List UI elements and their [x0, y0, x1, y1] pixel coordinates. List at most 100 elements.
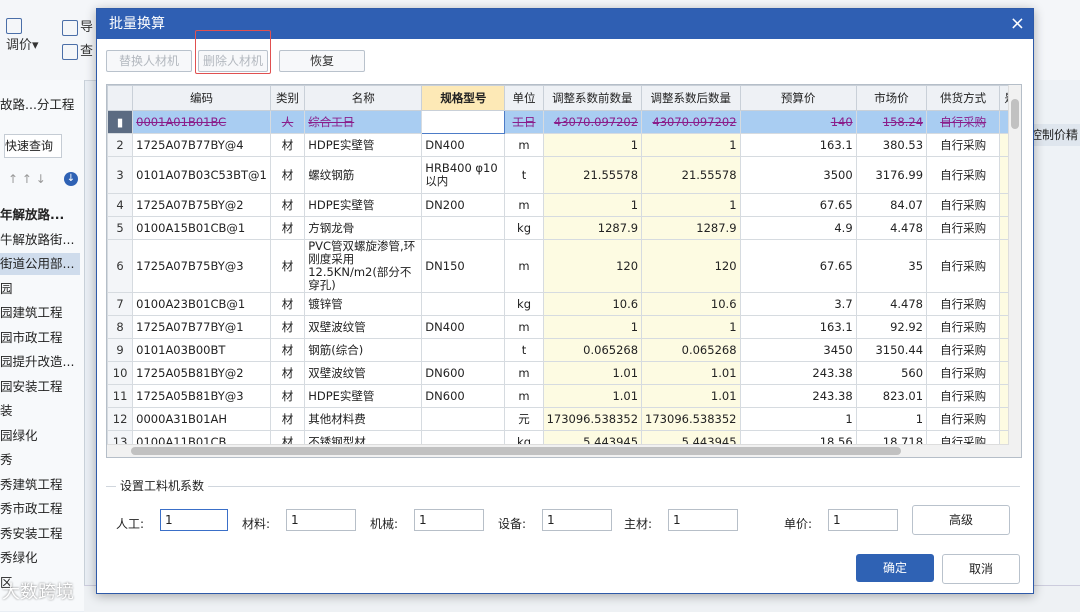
- main-material-input[interactable]: 1: [668, 509, 738, 531]
- table-row[interactable]: 3 0101A07B03C53BT@1 材螺纹钢筋 HRB400 φ10以内 t 21.5…: [107, 156, 1021, 194]
- row-index[interactable]: 10: [107, 361, 134, 385]
- replace-material-button[interactable]: 替换人材机: [106, 50, 192, 72]
- cell-after[interactable]: 120: [641, 239, 741, 293]
- cell-budget[interactable]: 4.9: [739, 216, 857, 240]
- cell-name[interactable]: 综合工日: [304, 110, 423, 134]
- cell-budget[interactable]: 243.38: [739, 361, 857, 385]
- cell-supply[interactable]: 自行采购: [926, 193, 1001, 217]
- cell-budget[interactable]: 163.1: [739, 315, 857, 339]
- cell-market[interactable]: 35: [855, 239, 928, 293]
- cell-type[interactable]: 材: [269, 361, 306, 385]
- cell-code[interactable]: 0000A31B01AH: [132, 407, 271, 431]
- cell-after[interactable]: 1287.9: [641, 216, 741, 240]
- cell-unit[interactable]: m: [504, 193, 544, 217]
- cell-market[interactable]: 158.24: [855, 110, 928, 134]
- cell-spec[interactable]: [421, 216, 506, 240]
- cell-before[interactable]: 1: [542, 315, 643, 339]
- cell-code[interactable]: 0001A01B01BC: [132, 110, 271, 134]
- cell-before[interactable]: 1.01: [542, 384, 643, 408]
- row-index[interactable]: 2: [107, 133, 134, 157]
- download-icon[interactable]: ↓: [64, 172, 78, 186]
- vertical-scrollbar[interactable]: [1008, 85, 1021, 457]
- cell-supply[interactable]: 自行采购: [926, 216, 1001, 240]
- cell-before[interactable]: 1: [542, 133, 643, 157]
- cell-spec[interactable]: DN150: [421, 239, 506, 293]
- cell-supply[interactable]: 自行采购: [926, 315, 1001, 339]
- cell-type[interactable]: 材: [269, 156, 306, 194]
- cell-spec[interactable]: [421, 338, 506, 362]
- table-row[interactable]: 10 1725A05B81BY@2 材双壁波纹管 DN600 m 1.01 1.01 243.…: [107, 361, 1021, 385]
- cell-after[interactable]: 1.01: [641, 384, 741, 408]
- cell-unit[interactable]: kg: [504, 216, 544, 240]
- cell-type[interactable]: 材: [269, 384, 306, 408]
- cell-market[interactable]: 823.01: [855, 384, 928, 408]
- cell-unit[interactable]: m: [504, 361, 544, 385]
- cell-before[interactable]: 1287.9: [542, 216, 643, 240]
- cell-name[interactable]: HDPE实壁管: [304, 384, 423, 408]
- cell-unit[interactable]: m: [504, 133, 544, 157]
- header-supply[interactable]: 供货方式: [926, 85, 1001, 111]
- cell-name[interactable]: 方钢龙骨: [304, 216, 423, 240]
- cell-supply[interactable]: 自行采购: [926, 292, 1001, 316]
- tree-item[interactable]: 秀建筑工程: [0, 474, 80, 496]
- row-index[interactable]: 9: [107, 338, 134, 362]
- cell-before[interactable]: 43070.097202: [542, 110, 643, 134]
- restore-button[interactable]: 恢复: [279, 50, 365, 72]
- cell-budget[interactable]: 163.1: [739, 133, 857, 157]
- cell-after[interactable]: 10.6: [641, 292, 741, 316]
- cell-after[interactable]: 1.01: [641, 361, 741, 385]
- cell-budget[interactable]: 3.7: [739, 292, 857, 316]
- cell-budget[interactable]: 67.65: [739, 239, 857, 293]
- cancel-button[interactable]: 取消: [942, 554, 1020, 584]
- cell-supply[interactable]: 自行采购: [926, 156, 1001, 194]
- tree-item[interactable]: 秀市政工程: [0, 498, 80, 520]
- cell-type[interactable]: 材: [269, 407, 306, 431]
- cell-market[interactable]: 560: [855, 361, 928, 385]
- row-index[interactable]: 12: [107, 407, 134, 431]
- cell-unit[interactable]: m: [504, 239, 544, 293]
- table-row[interactable]: 7 0100A23B01CB@1 材镀锌管 kg 10.6 10.6 3.7 4.478 自行采…: [107, 292, 1021, 316]
- table-row[interactable]: 12 0000A31B01AH 材其他材料费元 173096.538352 173096…: [107, 407, 1021, 431]
- query-button[interactable]: 查: [62, 40, 93, 60]
- cell-type[interactable]: 材: [269, 133, 306, 157]
- cell-budget[interactable]: 3500: [739, 156, 857, 194]
- cell-budget[interactable]: 243.38: [739, 384, 857, 408]
- cell-unit[interactable]: 元: [504, 407, 544, 431]
- cell-budget[interactable]: 140: [739, 110, 857, 134]
- tree-item[interactable]: 园绿化: [0, 425, 80, 447]
- advanced-button[interactable]: 高级: [912, 505, 1010, 535]
- row-index[interactable]: 5: [107, 216, 134, 240]
- cell-code[interactable]: 0100A23B01CB@1: [132, 292, 271, 316]
- cell-budget[interactable]: 3450: [739, 338, 857, 362]
- table-row[interactable]: 5 0100A15B01CB@1 材方钢龙骨 kg 1287.9 1287.9 4.9 4.4…: [107, 216, 1021, 240]
- row-index[interactable]: 8: [107, 315, 134, 339]
- cell-before[interactable]: 0.065268: [542, 338, 643, 362]
- tree-item[interactable]: 园建筑工程: [0, 302, 80, 324]
- cell-before[interactable]: 10.6: [542, 292, 643, 316]
- header-after[interactable]: 调整系数后数量: [641, 85, 741, 111]
- header-type[interactable]: 类别: [269, 85, 306, 111]
- cell-after[interactable]: 1: [641, 133, 741, 157]
- header-spec[interactable]: 规格型号: [421, 85, 506, 111]
- cell-name[interactable]: 镀锌管: [304, 292, 423, 316]
- cell-market[interactable]: 3176.99: [855, 156, 928, 194]
- cell-code[interactable]: 1725A05B81BY@2: [132, 361, 271, 385]
- ok-button[interactable]: 确定: [856, 554, 934, 582]
- cell-after[interactable]: 0.065268: [641, 338, 741, 362]
- cell-type[interactable]: 材: [269, 292, 306, 316]
- header-budget[interactable]: 预算价: [739, 85, 857, 111]
- labor-input[interactable]: 1: [160, 509, 228, 531]
- table-row[interactable]: 4 1725A07B75BY@2 材 HDPE实壁管 DN200 m 1 1 67.65 84.0…: [107, 193, 1021, 217]
- cell-unit[interactable]: m: [504, 384, 544, 408]
- header-code[interactable]: 编码: [132, 85, 271, 111]
- cell-after[interactable]: 1: [641, 193, 741, 217]
- cell-type[interactable]: 材: [269, 216, 306, 240]
- cell-market[interactable]: 4.478: [855, 216, 928, 240]
- cell-name[interactable]: 其他材料费: [304, 407, 423, 431]
- cell-name[interactable]: 钢筋(综合): [304, 338, 423, 362]
- cell-name[interactable]: 双壁波纹管: [304, 315, 423, 339]
- tree-item[interactable]: 秀安装工程: [0, 523, 80, 545]
- cell-before[interactable]: 1.01: [542, 361, 643, 385]
- tree-item[interactable]: 园安装工程: [0, 376, 80, 398]
- cell-spec[interactable]: [421, 110, 506, 134]
